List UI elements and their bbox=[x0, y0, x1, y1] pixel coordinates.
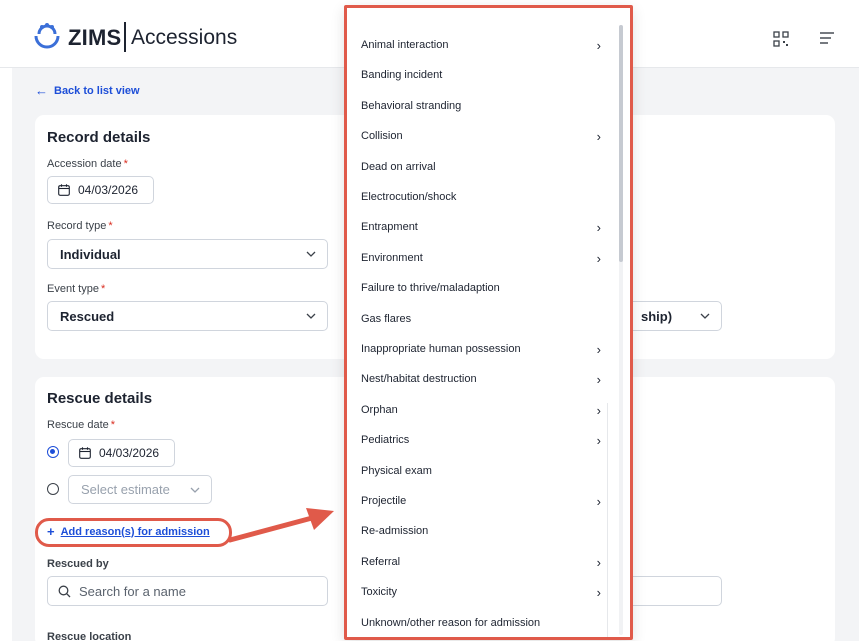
reason-item-label: Electrocution/shock bbox=[361, 191, 457, 203]
rescue-location-label: Rescue location bbox=[47, 631, 132, 641]
event-type-label: Event type * bbox=[47, 283, 106, 295]
chevron-down-icon bbox=[306, 251, 316, 257]
record-details-title: Record details bbox=[47, 129, 151, 146]
chevron-down-icon bbox=[306, 313, 316, 319]
reason-item[interactable]: Projectile › bbox=[361, 494, 601, 509]
event-type-select[interactable]: Rescued bbox=[47, 301, 328, 331]
back-link-label: Back to list view bbox=[54, 84, 140, 97]
reason-item[interactable]: Dead on arrival bbox=[361, 161, 601, 173]
reason-item[interactable]: Failure to thrive/maladaption bbox=[361, 282, 601, 294]
calendar-icon bbox=[58, 184, 70, 196]
dropdown-scrollbar-thumb[interactable] bbox=[619, 25, 623, 262]
annotation-arrow bbox=[227, 508, 334, 543]
chevron-right-icon: › bbox=[596, 250, 601, 266]
accession-date-value: 04/03/2026 bbox=[78, 183, 139, 197]
arrow-left-icon: ← bbox=[35, 83, 48, 98]
brand-name: ZIMS bbox=[68, 25, 122, 50]
hamburger-menu-icon[interactable] bbox=[820, 32, 834, 44]
reason-item-label: Unknown/other reason for admission bbox=[361, 616, 541, 629]
reason-item[interactable]: Animal interaction › bbox=[361, 38, 601, 53]
rescue-date-exact-radio[interactable] bbox=[47, 446, 59, 458]
reason-item-label: Failure to thrive/maladaption bbox=[361, 282, 500, 295]
record-type-label: Record type * bbox=[47, 220, 113, 232]
reason-item[interactable]: Collision › bbox=[361, 129, 601, 145]
rescue-date-value: 04/03/2026 bbox=[99, 446, 160, 460]
add-reasons-label: Add reason(s) for admission bbox=[60, 525, 210, 538]
chevron-right-icon: › bbox=[596, 554, 601, 570]
rescued-by-label: Rescued by bbox=[47, 558, 109, 570]
reason-item-label: Re-admission bbox=[361, 525, 429, 538]
reason-item[interactable]: Inappropriate human possession › bbox=[361, 342, 601, 357]
reason-item[interactable]: Electrocution/shock bbox=[361, 191, 601, 203]
reason-item-label: Environment bbox=[361, 251, 423, 264]
record-type-value: Individual bbox=[60, 246, 121, 262]
rescued-by-placeholder: Search for a name bbox=[79, 583, 186, 599]
reason-item-label: Banding incident bbox=[361, 69, 443, 82]
back-to-list-link[interactable]: ← Back to list view bbox=[35, 83, 140, 98]
rescued-by-search[interactable]: Search for a name bbox=[47, 576, 328, 606]
chevron-right-icon: › bbox=[596, 402, 601, 418]
chevron-right-icon: › bbox=[596, 38, 601, 53]
chevron-right-icon: › bbox=[596, 129, 601, 145]
reason-item-label: Referral bbox=[361, 555, 401, 568]
chevron-right-icon: › bbox=[596, 494, 601, 509]
dropdown-divider bbox=[607, 403, 608, 637]
reason-item-label: Physical exam bbox=[361, 464, 432, 477]
reason-item[interactable]: Behavioral stranding bbox=[361, 100, 601, 112]
estimate-select[interactable]: Select estimate bbox=[68, 475, 212, 504]
reasons-dropdown[interactable]: Animal interaction › Banding incident Behav… bbox=[344, 5, 633, 640]
reason-item[interactable]: Entrapment › bbox=[361, 220, 601, 236]
calendar-icon bbox=[79, 447, 91, 459]
rescue-date-label: Rescue date * bbox=[47, 419, 116, 431]
rescue-date-estimate-radio[interactable] bbox=[47, 483, 59, 495]
reason-item-label: Gas flares bbox=[361, 312, 412, 325]
search-icon bbox=[58, 585, 71, 597]
reason-item-label: Toxicity bbox=[361, 586, 398, 599]
reason-item-label: Dead on arrival bbox=[361, 160, 436, 173]
chevron-right-icon: › bbox=[596, 433, 601, 449]
event-type-value: Rescued bbox=[60, 308, 115, 324]
chevron-right-icon: › bbox=[596, 585, 601, 601]
chevron-right-icon: › bbox=[596, 220, 601, 236]
reason-item[interactable]: Nest/habitat destruction › bbox=[361, 372, 601, 388]
brand-divider bbox=[124, 22, 126, 52]
module-title: Accessions bbox=[131, 26, 238, 49]
reason-item-label: Behavioral stranding bbox=[361, 99, 462, 112]
chevron-down-icon bbox=[190, 487, 200, 493]
reason-item-label: Collision bbox=[361, 130, 403, 143]
reason-item[interactable]: Referral › bbox=[361, 554, 601, 570]
chevron-right-icon: › bbox=[596, 342, 601, 357]
qr-code-icon[interactable] bbox=[773, 31, 789, 47]
zims-logo-icon bbox=[34, 23, 60, 49]
accession-date-label: Accession date * bbox=[47, 158, 128, 170]
record-type-select[interactable]: Individual bbox=[47, 239, 328, 269]
rescue-date-field[interactable]: 04/03/2026 bbox=[68, 439, 175, 467]
plus-icon: + bbox=[47, 524, 55, 539]
reason-item[interactable]: Re-admission bbox=[361, 525, 601, 537]
accession-date-field[interactable]: 04/03/2026 bbox=[47, 176, 154, 204]
add-reasons-link[interactable]: + Add reason(s) for admission bbox=[47, 524, 210, 539]
rescue-details-title: Rescue details bbox=[47, 390, 153, 407]
chevron-down-icon bbox=[700, 313, 710, 319]
reason-item[interactable]: Pediatrics › bbox=[361, 433, 601, 449]
partial-select-value: ship) bbox=[641, 309, 673, 324]
estimate-placeholder: Select estimate bbox=[81, 482, 170, 497]
chevron-right-icon: › bbox=[596, 372, 601, 388]
reason-item[interactable]: Unknown/other reason for admission bbox=[361, 617, 601, 629]
reason-item-label: Inappropriate human possession bbox=[361, 343, 521, 355]
reason-item[interactable]: Toxicity › bbox=[361, 585, 601, 601]
reason-item-label: Pediatrics bbox=[361, 434, 410, 447]
reason-item-label: Orphan bbox=[361, 403, 398, 416]
reason-item[interactable]: Orphan › bbox=[361, 402, 601, 418]
reason-item-label: Nest/habitat destruction bbox=[361, 373, 477, 386]
reason-item[interactable]: Banding incident bbox=[361, 69, 601, 81]
reason-item[interactable]: Environment › bbox=[361, 250, 601, 266]
reason-item-label: Projectile bbox=[361, 495, 407, 507]
reason-item[interactable]: Gas flares bbox=[361, 313, 601, 325]
reason-item-label: Animal interaction bbox=[361, 39, 449, 51]
reason-item[interactable]: Physical exam bbox=[361, 465, 601, 477]
reason-item-label: Entrapment bbox=[361, 221, 418, 234]
